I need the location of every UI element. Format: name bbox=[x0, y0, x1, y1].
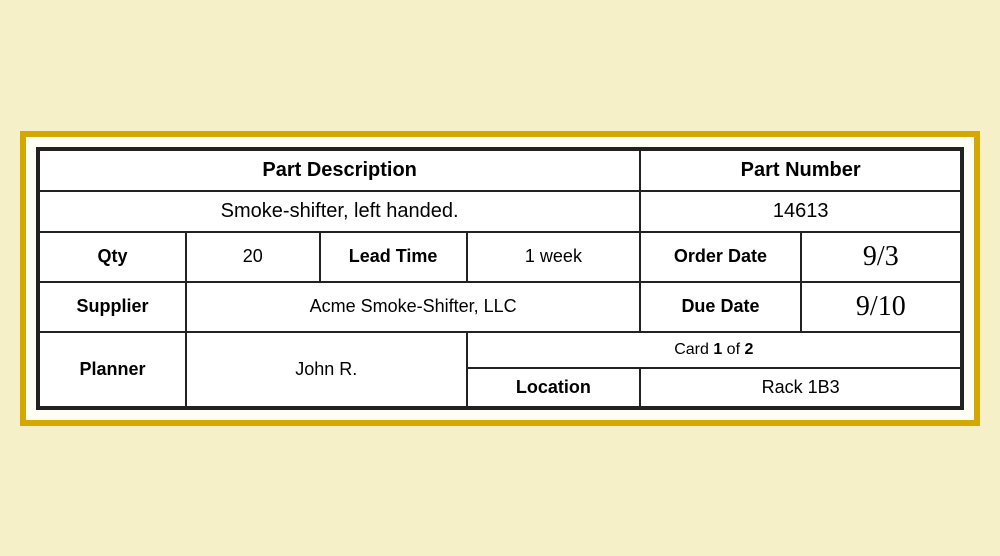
part-description-value: Smoke-shifter, left handed. bbox=[39, 191, 640, 232]
qty-value: 20 bbox=[186, 232, 320, 282]
due-date-label: Due Date bbox=[640, 282, 800, 332]
lead-time-label: Lead Time bbox=[320, 232, 467, 282]
location-value: Rack 1B3 bbox=[640, 368, 961, 407]
card-of-total: 2 bbox=[744, 341, 753, 358]
card-of-number: 1 bbox=[713, 341, 722, 358]
card-of-prefix: Card bbox=[674, 341, 713, 358]
part-description-header: Part Description bbox=[39, 150, 640, 191]
supplier-value: Acme Smoke-Shifter, LLC bbox=[186, 282, 640, 332]
card-of: Card 1 of 2 bbox=[467, 332, 961, 368]
due-date-value: 9/10 bbox=[801, 282, 961, 332]
card-of-middle: of bbox=[722, 341, 744, 358]
location-label: Location bbox=[467, 368, 641, 407]
qty-label: Qty bbox=[39, 232, 186, 282]
supplier-label: Supplier bbox=[39, 282, 186, 332]
kanban-card: Part Description Part Number Smoke-shift… bbox=[36, 147, 964, 410]
part-number-value: 14613 bbox=[640, 191, 961, 232]
outer-border: Part Description Part Number Smoke-shift… bbox=[20, 131, 980, 426]
order-date-value: 9/3 bbox=[801, 232, 961, 282]
lead-time-value: 1 week bbox=[467, 232, 641, 282]
planner-label: Planner bbox=[39, 332, 186, 407]
part-number-header: Part Number bbox=[640, 150, 961, 191]
planner-value: John R. bbox=[186, 332, 467, 407]
order-date-label: Order Date bbox=[640, 232, 800, 282]
